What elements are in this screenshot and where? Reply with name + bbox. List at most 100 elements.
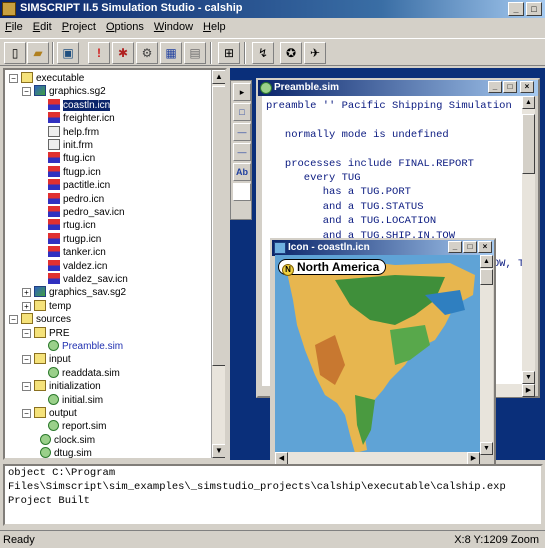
map-canvas[interactable]: N North America bbox=[275, 255, 480, 455]
web-button[interactable]: ✈ bbox=[304, 42, 326, 64]
tree-item[interactable]: pedro.icn bbox=[48, 192, 105, 206]
scroll-down-arrow[interactable]: ▼ bbox=[212, 444, 225, 458]
tree-item-label: pedro.icn bbox=[63, 193, 105, 205]
tree-item[interactable]: rtug.icn bbox=[48, 219, 96, 232]
tree-item[interactable]: freighter.icn bbox=[48, 112, 115, 125]
tree-item-label: Preamble.sim bbox=[62, 341, 124, 352]
scroll-down-arrow[interactable]: ▼ bbox=[480, 442, 493, 455]
scroll-up-arrow[interactable]: ▲ bbox=[522, 96, 535, 109]
tree-item[interactable]: ftug.icn bbox=[48, 152, 95, 165]
preamble-close-button[interactable]: × bbox=[520, 81, 534, 93]
map-vertical-scrollbar[interactable]: ▲ ▼ bbox=[480, 255, 493, 455]
open-button[interactable]: ▰ bbox=[27, 42, 49, 64]
graphics-button[interactable]: ⚙ bbox=[136, 42, 158, 64]
icon-minimize-button[interactable]: _ bbox=[448, 241, 462, 253]
scroll-thumb[interactable] bbox=[522, 114, 535, 174]
tree-item[interactable]: sources bbox=[21, 313, 71, 326]
output-pane[interactable]: object C:\Program Files\Simscript\sim_exa… bbox=[3, 464, 543, 526]
expand-toggle[interactable]: + bbox=[22, 288, 31, 298]
scroll-thumb[interactable] bbox=[212, 86, 225, 366]
scroll-up-arrow[interactable]: ▲ bbox=[212, 70, 225, 84]
project-tree[interactable]: ▲ ▼ executable − graphics.sg2− coastln.icn f… bbox=[3, 68, 227, 460]
tree-item[interactable]: readdata.sim bbox=[48, 366, 120, 380]
tree-scrollbar[interactable]: ▲ ▼ bbox=[211, 70, 225, 458]
menu-project[interactable]: Project bbox=[57, 20, 101, 34]
tree-item[interactable]: initialization bbox=[34, 380, 101, 393]
code-vertical-scrollbar[interactable]: ▲ ▼ bbox=[522, 96, 535, 384]
collapse-toggle[interactable]: − bbox=[22, 409, 31, 418]
tree-item-label: pedro_sav.icn bbox=[63, 207, 125, 218]
text-tool[interactable]: Ab bbox=[233, 163, 251, 181]
collapse-toggle[interactable]: − bbox=[22, 328, 31, 338]
icon-maximize-button[interactable]: □ bbox=[463, 241, 477, 253]
scroll-thumb[interactable] bbox=[480, 269, 493, 285]
tree-item[interactable]: valdez_sav.icn bbox=[48, 273, 128, 286]
tree-item[interactable]: init.frm bbox=[48, 139, 93, 152]
app-title-bar[interactable]: SIMSCRIPT II.5 Simulation Studio - calsh… bbox=[0, 0, 545, 18]
menu-help[interactable]: Help bbox=[198, 20, 231, 34]
tree-item[interactable]: Preamble.sim bbox=[48, 340, 123, 353]
code-horizontal-scrollbar[interactable]: ▶ bbox=[490, 384, 535, 397]
tree-item[interactable]: temp bbox=[34, 299, 71, 313]
tree-item[interactable]: pactitle.icn bbox=[48, 179, 110, 192]
fill-tool[interactable] bbox=[233, 183, 251, 201]
scroll-right-arrow[interactable]: ▶ bbox=[522, 384, 535, 397]
code-line: every TUG bbox=[266, 172, 361, 184]
tree-item[interactable]: clock.sim bbox=[40, 433, 95, 447]
tree-item[interactable]: valdez.icn bbox=[48, 259, 107, 273]
save-button[interactable]: ▣ bbox=[57, 42, 79, 64]
new-file-button[interactable]: ▯ bbox=[4, 42, 26, 64]
menu-edit[interactable]: Edit bbox=[28, 20, 57, 34]
tree-item[interactable]: tanker.icn bbox=[48, 246, 106, 259]
expand-toggle[interactable]: + bbox=[22, 301, 31, 311]
run-button[interactable]: ↯ bbox=[252, 42, 274, 64]
collapse-toggle[interactable]: − bbox=[9, 315, 18, 325]
tree-item[interactable]: coastln.icn bbox=[48, 98, 111, 112]
tree-item[interactable]: pedro_sav.icn bbox=[48, 206, 125, 219]
tree-item-label: help.frm bbox=[63, 126, 100, 138]
tree-item-label: input bbox=[49, 354, 71, 366]
line-tool[interactable]: — bbox=[233, 123, 251, 141]
build-button[interactable]: ! bbox=[88, 42, 110, 64]
map-label-badge: N North America bbox=[278, 259, 387, 276]
grid-button[interactable]: ▦ bbox=[160, 42, 182, 64]
preamble-maximize-button[interactable]: □ bbox=[503, 81, 517, 93]
menu-file[interactable]: File bbox=[0, 20, 28, 34]
tree-item[interactable]: help.frm bbox=[48, 125, 100, 139]
tree-item[interactable]: executable bbox=[21, 72, 84, 85]
collapse-toggle[interactable]: − bbox=[22, 355, 31, 365]
line-tool-2[interactable]: — bbox=[233, 143, 251, 161]
image-button[interactable]: ▤ bbox=[184, 42, 206, 64]
preamble-window-title-bar[interactable]: Preamble.sim _ □ × bbox=[258, 80, 538, 96]
tree-item[interactable]: input bbox=[34, 353, 71, 366]
tree-item[interactable]: dtug.sim bbox=[40, 447, 92, 458]
icon-window-title-bar[interactable]: Icon - coastln.icn _ □ × bbox=[272, 240, 494, 256]
rectangle-tool[interactable]: □ bbox=[233, 103, 251, 121]
pointer-tool[interactable]: ▸ bbox=[233, 83, 251, 101]
grid-icon: ▦ bbox=[165, 46, 177, 60]
tree-item[interactable]: rtugp.icn bbox=[48, 232, 101, 246]
tree-item[interactable]: initial.sim bbox=[48, 393, 103, 407]
debug-button[interactable]: ✱ bbox=[112, 42, 134, 64]
properties-button[interactable]: ⊞ bbox=[218, 42, 240, 64]
collapse-toggle[interactable]: − bbox=[22, 87, 31, 97]
preamble-minimize-button[interactable]: _ bbox=[488, 81, 502, 93]
preamble-window-title: Preamble.sim bbox=[274, 82, 340, 93]
icon-close-button[interactable]: × bbox=[478, 241, 492, 253]
tree-item[interactable]: output bbox=[34, 407, 77, 420]
tree-item[interactable]: graphics.sg2 bbox=[34, 85, 106, 98]
scroll-up-arrow[interactable]: ▲ bbox=[480, 255, 493, 268]
tree-item[interactable]: graphics_sav.sg2 bbox=[34, 286, 126, 299]
tree-item[interactable]: PRE bbox=[34, 326, 70, 340]
menu-window[interactable]: Window bbox=[149, 20, 198, 34]
collapse-toggle[interactable]: − bbox=[9, 74, 18, 83]
menu-options[interactable]: Options bbox=[101, 20, 149, 34]
simscript-file-icon bbox=[48, 366, 59, 378]
minimize-button[interactable]: _ bbox=[508, 2, 524, 16]
tree-item[interactable]: ftugp.icn bbox=[48, 165, 101, 179]
restore-button[interactable]: □ bbox=[526, 2, 542, 16]
settings-button[interactable]: ✪ bbox=[280, 42, 302, 64]
collapse-toggle[interactable]: − bbox=[22, 382, 31, 392]
scroll-down-arrow[interactable]: ▼ bbox=[522, 371, 535, 384]
tree-item[interactable]: report.sim bbox=[48, 420, 106, 433]
